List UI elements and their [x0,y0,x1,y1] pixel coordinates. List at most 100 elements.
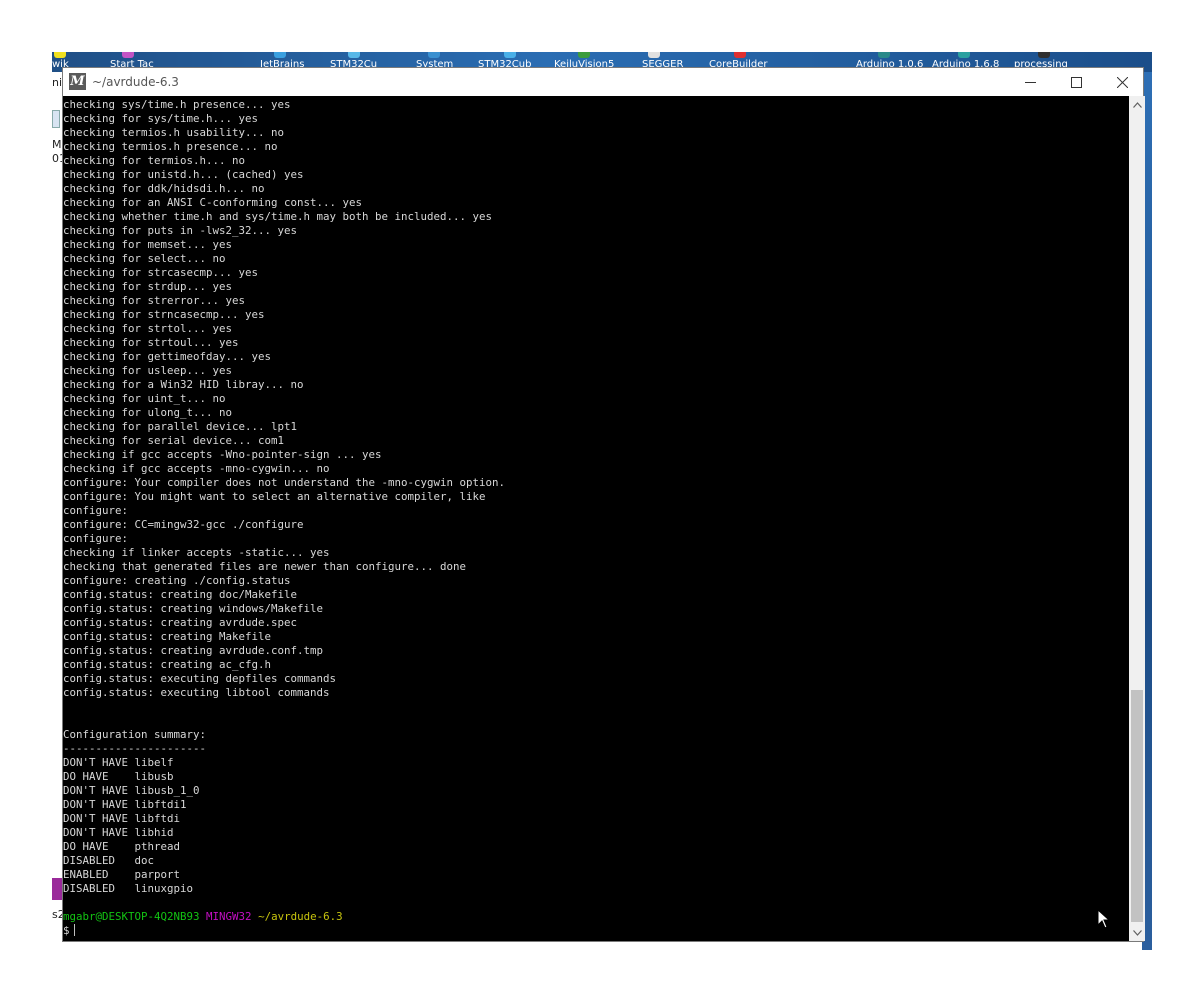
mintty-icon[interactable]: M [69,73,86,90]
terminal-line: DON'T HAVE libftdi [63,812,181,825]
prompt-line: mgabr@DESKTOP-4Q2NB93 MINGW32 ~/avrdude-… [63,910,1129,924]
terminal-line: checking termios.h presence... no [63,140,278,153]
terminal-window[interactable]: M ~/avrdude-6.3 checking sys/time.h pres… [62,67,1145,942]
terminal-line: config.status: executing depfiles comman… [63,672,337,685]
terminal-line: DON'T HAVE libhid [63,826,174,839]
terminal-line: checking for strcasecmp... yes [63,266,259,279]
terminal-line: config.status: creating avrdude.spec [63,616,298,629]
terminal-line: checking for strncasecmp... yes [63,308,265,321]
terminal-output[interactable]: checking sys/time.h presence... yes check… [63,96,1129,941]
terminal-line: DON'T HAVE libusb_1_0 [63,784,200,797]
terminal-line: checking if gcc accepts -Wno-pointer-sig… [63,448,382,461]
terminal-line: checking that generated files are newer … [63,560,467,573]
desktop-icon [648,52,660,58]
terminal-line: checking if gcc accepts -mno-cygwin... n… [63,462,330,475]
terminal-line: configure: [63,504,129,517]
terminal-line: configure: [63,532,129,545]
terminal-line: configure: Your compiler does not unders… [63,476,506,489]
prompt-user-host: mgabr@DESKTOP-4Q2NB93 [63,910,200,923]
terminal-line: checking for termios.h... no [63,154,246,167]
terminal-line: DISABLED linuxgpio [63,882,194,895]
terminal-line: DO HAVE libusb [63,770,174,783]
terminal-line: config.status: creating avrdude.conf.tmp [63,644,324,657]
terminal-line: configure: CC=mingw32-gcc ./configure [63,518,304,531]
terminal-line: checking for uint_t... no [63,392,226,405]
desktop-icon [122,52,134,58]
terminal-line: checking for sys/time.h... yes [63,112,259,125]
chevron-down-icon [1132,929,1142,936]
desktop-icon [54,52,66,58]
desktop-fragment: s2 [52,908,62,921]
desktop-icon [734,52,746,58]
terminal-line: ---------------------- [63,742,207,755]
terminal-line: checking for memset... yes [63,238,233,251]
terminal-line: config.status: creating windows/Makefile [63,602,324,615]
terminal-line: DISABLED doc [63,854,155,867]
terminal-line: checking if linker accepts -static... ye… [63,546,330,559]
terminal-line: config.status: creating ac_cfg.h [63,658,272,671]
terminal-line: checking for select... no [63,252,226,265]
terminal-line: config.status: creating Makefile [63,630,272,643]
terminal-line: checking for usleep... yes [63,364,233,377]
terminal-line: checking for ddk/hidsdi.h... no [63,182,265,195]
desktop-icon [878,52,890,58]
scroll-thumb[interactable] [1131,690,1143,922]
desktop-icon [578,52,590,58]
terminal-line: ENABLED parport [63,868,181,881]
desktop-icon [428,52,440,58]
terminal-line: checking for unistd.h... (cached) yes [63,168,304,181]
terminal-line: checking for parallel device... lpt1 [63,420,298,433]
close-button[interactable] [1099,68,1145,96]
window-title: ~/avrdude-6.3 [92,75,179,89]
scroll-down-button[interactable] [1129,924,1145,941]
terminal-line: checking termios.h usability... no [63,126,285,139]
desktop-left-edge: ni M 01 s2 [52,72,62,950]
app-icon [52,878,62,900]
terminal-line: checking for gettimeofday... yes [63,350,272,363]
terminal-line: checking for strdup... yes [63,280,233,293]
desktop-icon [274,52,286,58]
prompt-system: MINGW32 [206,910,252,923]
prompt-symbol: $ [63,924,70,937]
desktop-icon [1038,52,1050,58]
terminal-line: checking whether time.h and sys/time.h m… [63,210,493,223]
input-line[interactable]: $ [63,924,1129,938]
terminal-line: checking for strerror... yes [63,294,246,307]
desktop-icon [504,52,516,58]
terminal-line: checking for puts in -lws2_32... yes [63,224,298,237]
terminal-line: configure: You might want to select an a… [63,490,486,503]
terminal-line: checking for serial device... com1 [63,434,285,447]
terminal-line: config.status: creating doc/Makefile [63,588,298,601]
title-bar[interactable]: M ~/avrdude-6.3 [63,68,1143,96]
close-icon [1116,76,1128,88]
terminal-line: checking for ulong_t... no [63,406,233,419]
terminal-line: checking for an ANSI C-conforming const.… [63,196,363,209]
vertical-scrollbar[interactable] [1129,96,1145,941]
terminal-lines: checking sys/time.h presence... yes check… [63,98,1129,910]
terminal-line: checking for a Win32 HID libray... no [63,378,304,391]
desktop-fragment: M [52,138,62,151]
terminal-line: DON'T HAVE libelf [63,756,174,769]
maximize-button[interactable] [1053,68,1099,96]
terminal-line: Configuration summary: [63,728,207,741]
prompt-path: ~/avrdude-6.3 [258,910,343,923]
terminal-line: DO HAVE pthread [63,840,181,853]
terminal-line: configure: creating ./config.status [63,574,291,587]
desktop-icon [958,52,970,58]
minimize-icon [1024,81,1036,83]
terminal-line: checking for strtol... yes [63,322,233,335]
maximize-icon [1070,76,1082,88]
desktop-fragment: 01 [52,152,62,165]
terminal-line: config.status: executing libtool command… [63,686,330,699]
chevron-up-icon [1132,101,1142,108]
desktop-fragment: ni [52,76,62,89]
desktop-icon [348,52,360,58]
minimize-button[interactable] [1007,68,1053,96]
scroll-up-button[interactable] [1129,96,1145,113]
terminal-line: checking for strtoul... yes [63,336,239,349]
file-icon [52,110,60,128]
text-cursor [73,924,75,936]
mouse-pointer-icon [1097,909,1111,929]
